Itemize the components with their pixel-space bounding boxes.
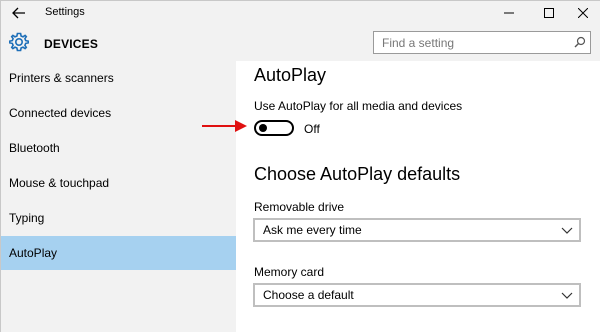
sidebar-item-typing[interactable]: Typing [1, 201, 236, 235]
back-button[interactable] [7, 3, 31, 23]
red-arrow-annotation [202, 120, 247, 132]
memory-card-dropdown[interactable]: Choose a default [253, 283, 581, 307]
autoplay-toggle-label: Use AutoPlay for all media and devices [254, 99, 463, 113]
removable-drive-value: Ask me every time [263, 223, 362, 237]
defaults-heading: Choose AutoPlay defaults [254, 164, 461, 184]
search-input[interactable] [374, 32, 564, 53]
back-arrow-icon [12, 7, 25, 19]
section-title: DEVICES [44, 37, 99, 51]
memory-card-value: Choose a default [263, 288, 354, 302]
chevron-down-icon [561, 227, 573, 234]
minimize-button[interactable] [494, 1, 524, 25]
sidebar-item-connected-devices[interactable]: Connected devices [1, 96, 236, 130]
toggle-state-text: Off [304, 122, 320, 136]
gear-icon [9, 32, 29, 52]
sidebar-item-printers-scanners[interactable]: Printers & scanners [1, 61, 236, 95]
maximize-icon [544, 8, 554, 18]
main-content: AutoPlay Use AutoPlay for all media and … [236, 61, 600, 332]
search-icon[interactable] [574, 36, 586, 48]
minimize-icon [504, 12, 514, 14]
window-title: Settings [45, 6, 85, 18]
settings-window: Settings DEVICES Printers & scanners Con… [0, 0, 600, 332]
removable-drive-label: Removable drive [254, 200, 345, 214]
chevron-down-icon [561, 292, 573, 299]
search-box[interactable] [373, 31, 591, 54]
close-icon [578, 8, 588, 18]
page-title: AutoPlay [254, 65, 327, 85]
sidebar-item-bluetooth[interactable]: Bluetooth [1, 131, 236, 165]
maximize-button[interactable] [534, 1, 564, 25]
sidebar-item-autoplay[interactable]: AutoPlay [1, 236, 236, 270]
sidebar: Printers & scanners Connected devices Bl… [1, 61, 236, 332]
toggle-knob [259, 124, 267, 132]
autoplay-toggle[interactable] [254, 120, 294, 136]
sidebar-item-mouse-touchpad[interactable]: Mouse & touchpad [1, 166, 236, 200]
title-bar: Settings [1, 1, 600, 25]
close-button[interactable] [568, 1, 598, 25]
removable-drive-dropdown[interactable]: Ask me every time [253, 218, 581, 242]
memory-card-label: Memory card [254, 265, 325, 279]
